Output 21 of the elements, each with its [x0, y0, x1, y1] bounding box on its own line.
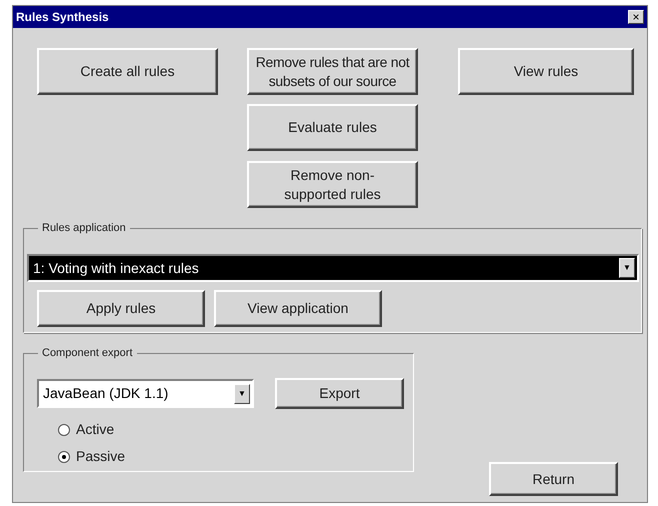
push-button[interactable]: View rules [458, 48, 634, 95]
push-button[interactable]: Remove rules that are not subsets of our source [247, 48, 418, 95]
push-button[interactable]: Evaluate rules [247, 104, 418, 151]
push-button[interactable]: Remove non-supported rules [247, 161, 418, 208]
push-button[interactable]: View application [214, 290, 382, 327]
dropdown-value: JavaBean (JDK 1.1) [42, 384, 170, 403]
dropdown-value: 1: Voting with inexact rules [32, 258, 200, 278]
dropdown[interactable]: JavaBean (JDK 1.1) ▼ [37, 379, 254, 408]
dropdown[interactable]: 1: Voting with inexact rules ▼ [27, 254, 639, 282]
group-title: Component export [38, 345, 136, 362]
push-button[interactable]: Export [275, 378, 404, 409]
push-button[interactable]: Return [489, 462, 618, 496]
radio-button[interactable] [58, 424, 70, 436]
radio-option[interactable]: Passive [58, 446, 126, 467]
push-button[interactable]: Create all rules [37, 48, 218, 95]
radio-option[interactable]: Active [58, 419, 114, 440]
radio-button[interactable] [58, 450, 70, 462]
window-title: Rules Synthesis [16, 9, 109, 26]
push-button[interactable]: Apply rules [37, 290, 205, 327]
group-title: Rules application [38, 220, 130, 236]
close-button[interactable]: × [628, 10, 644, 24]
